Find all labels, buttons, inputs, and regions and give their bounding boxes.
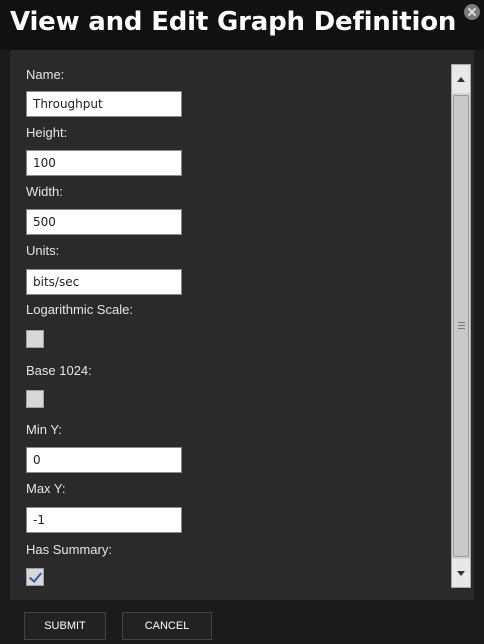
scroll-down-arrow-icon[interactable] [452,559,470,587]
name-label: Name: [26,67,65,82]
has-summary-label: Has Summary: [26,542,112,557]
min-y-label: Min Y: [26,422,62,437]
max-y-label: Max Y: [26,481,66,496]
vertical-scrollbar[interactable] [451,64,471,588]
min-y-input[interactable] [26,447,182,473]
has-summary-checkbox[interactable] [26,568,44,586]
logarithmic-scale-label: Logarithmic Scale: [26,302,133,317]
scroll-up-arrow-icon[interactable] [452,65,470,93]
grip-line [458,328,465,329]
logarithmic-scale-checkbox[interactable] [26,330,44,348]
base-1024-checkbox[interactable] [26,390,44,408]
graph-definition-dialog: View and Edit Graph Definition Name: Hei… [0,0,484,644]
title-bar: View and Edit Graph Definition [0,0,484,50]
name-input[interactable] [26,91,182,117]
height-input[interactable] [26,150,182,176]
close-icon[interactable] [464,4,480,20]
max-y-input[interactable] [26,507,182,533]
form-panel: Name: Height: Width: Units: Logarithmic … [10,50,474,600]
height-label: Height: [26,125,68,140]
dialog-title: View and Edit Graph Definition [10,7,457,37]
width-input[interactable] [26,209,182,235]
cancel-button[interactable]: CANCEL [122,612,212,640]
units-input[interactable] [26,269,182,295]
grip-line [458,322,465,323]
base-1024-label: Base 1024: [26,363,92,378]
submit-button[interactable]: SUBMIT [24,612,106,640]
units-label: Units: [26,243,60,258]
scroll-thumb[interactable] [453,95,469,557]
width-label: Width: [26,184,63,199]
grip-line [458,325,465,326]
